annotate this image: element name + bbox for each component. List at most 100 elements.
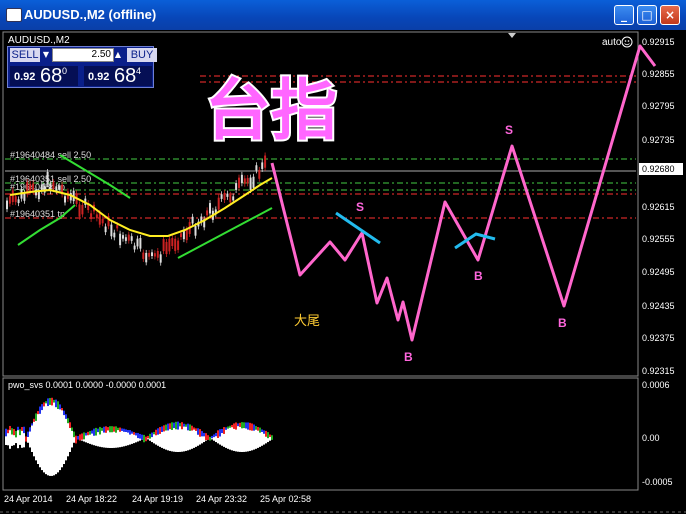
price-tick: 0.92375 xyxy=(642,333,675,343)
histogram-color-bar xyxy=(221,429,223,434)
candle-body xyxy=(37,191,40,200)
histogram-color-bar xyxy=(79,434,81,441)
histogram-color-bar xyxy=(55,399,57,408)
note-text: 大尾 xyxy=(294,313,320,328)
histogram-color-bar xyxy=(31,423,33,426)
histogram-bar xyxy=(131,432,133,444)
histogram-bar xyxy=(193,428,195,448)
histogram-color-bar xyxy=(63,410,65,416)
histogram-color-bar xyxy=(93,428,95,436)
histogram-bar xyxy=(185,425,187,451)
histogram-color-bar xyxy=(113,426,115,432)
minimize-button[interactable]: _ xyxy=(614,5,634,25)
histogram-color-bar xyxy=(151,432,153,438)
candle-body xyxy=(185,229,188,241)
histogram-color-bar xyxy=(83,432,85,440)
candle-body xyxy=(90,213,93,219)
price-tick: 0.92735 xyxy=(642,135,675,145)
candle-body xyxy=(171,238,174,247)
one-click-trade-panel: SELL ▼ 2.50 ▲ BUY 0.92 68 0 0.92 68 4 xyxy=(7,46,157,88)
price-tick: 0.92795 xyxy=(642,101,675,111)
histogram-color-bar xyxy=(225,427,227,430)
histogram-bar xyxy=(41,405,43,471)
histogram-bar xyxy=(53,400,55,476)
histogram-bar xyxy=(45,401,47,475)
histogram-color-bar xyxy=(271,435,273,440)
histogram-color-bar xyxy=(109,426,111,433)
bid-price-display[interactable]: 0.92 68 0 xyxy=(10,65,78,87)
lot-increase-icon[interactable]: ▲ xyxy=(113,48,123,62)
histogram-color-bar xyxy=(75,435,77,444)
symbol-label: AUDUSD.,M2 xyxy=(8,35,70,46)
histogram-color-bar xyxy=(219,429,221,437)
indicator-tick: 0.0006 xyxy=(642,380,670,390)
candle-body xyxy=(52,182,55,190)
histogram-color-bar xyxy=(263,430,265,434)
candle-body xyxy=(220,194,223,199)
histogram-color-bar xyxy=(267,432,269,439)
candle-body xyxy=(124,237,127,241)
histogram-color-bar xyxy=(213,434,215,438)
maximize-button[interactable]: □ xyxy=(637,5,657,25)
candle-body xyxy=(153,253,156,257)
lot-decrease-icon[interactable]: ▼ xyxy=(41,48,51,62)
price-chart-svg[interactable]: AUDUSD.,M2 auto #19640484 sell 2.50 #196… xyxy=(0,30,686,514)
price-tick: 0.92495 xyxy=(642,267,675,277)
histogram-color-bar xyxy=(11,428,13,435)
histogram-bar xyxy=(233,425,235,451)
histogram-color-bar xyxy=(13,428,15,436)
histogram-bar xyxy=(61,408,63,468)
candle-body xyxy=(119,233,122,246)
histogram-bar xyxy=(71,428,73,448)
mt4-chart-window: AUDUSD.,M2 (offline) _ □ × AUDUSD.,M2 au… xyxy=(0,0,686,514)
histogram-color-bar xyxy=(69,422,71,429)
histogram-color-bar xyxy=(139,433,141,439)
histogram-color-bar xyxy=(199,429,201,437)
histogram-color-bar xyxy=(257,427,259,431)
histogram-bar xyxy=(57,403,59,473)
chart-shift-marker[interactable] xyxy=(508,33,516,38)
histogram-color-bar xyxy=(245,422,247,429)
histogram-color-bar xyxy=(111,426,113,433)
smiley-eye-icon xyxy=(624,40,627,42)
ask-price-display[interactable]: 0.92 68 4 xyxy=(84,65,152,87)
overlay-title: 台指 xyxy=(205,73,337,147)
histogram-bar xyxy=(37,411,39,465)
histogram-color-bar xyxy=(235,422,237,430)
histogram-color-bar xyxy=(253,424,255,431)
buy-button[interactable]: BUY xyxy=(127,48,157,62)
lot-size-input[interactable]: 2.50 xyxy=(52,48,114,62)
candle-body xyxy=(258,169,261,179)
histogram-bar xyxy=(101,428,103,448)
histogram-color-bar xyxy=(143,434,145,443)
histogram-bar xyxy=(43,403,45,473)
candle-body xyxy=(209,203,211,214)
histogram-bar xyxy=(173,424,175,452)
histogram-color-bar xyxy=(43,402,45,407)
histogram-bar xyxy=(183,424,185,452)
chart-window-icon xyxy=(6,8,22,22)
chart-area[interactable]: AUDUSD.,M2 auto #19640484 sell 2.50 #196… xyxy=(0,30,686,514)
histogram-color-bar xyxy=(227,426,229,429)
histogram-color-bar xyxy=(45,401,47,404)
candle-body xyxy=(165,241,168,255)
histogram-bar xyxy=(39,408,41,468)
time-axis: 24 Apr 2014 24 Apr 18:22 24 Apr 19:19 24… xyxy=(4,494,311,504)
sell-button[interactable]: SELL xyxy=(10,48,40,62)
histogram-bar xyxy=(67,419,69,457)
histogram-color-bar xyxy=(47,398,49,407)
candle-body xyxy=(194,226,197,236)
candle-body xyxy=(238,177,240,188)
indicator-tick: 0.00 xyxy=(642,433,660,443)
histogram-color-bar xyxy=(189,424,191,431)
histogram-color-bar xyxy=(73,431,75,438)
candle-body xyxy=(174,238,177,251)
close-button[interactable]: × xyxy=(660,5,680,25)
title-bar[interactable]: AUDUSD.,M2 (offline) _ □ × xyxy=(0,0,686,30)
ask-fraction: 4 xyxy=(136,66,142,76)
histogram-color-bar xyxy=(17,426,19,431)
window-title: AUDUSD.,M2 (offline) xyxy=(24,7,157,22)
time-tick: 24 Apr 19:19 xyxy=(132,494,183,504)
histogram-color-bar xyxy=(251,423,253,431)
histogram-color-bar xyxy=(95,427,97,436)
